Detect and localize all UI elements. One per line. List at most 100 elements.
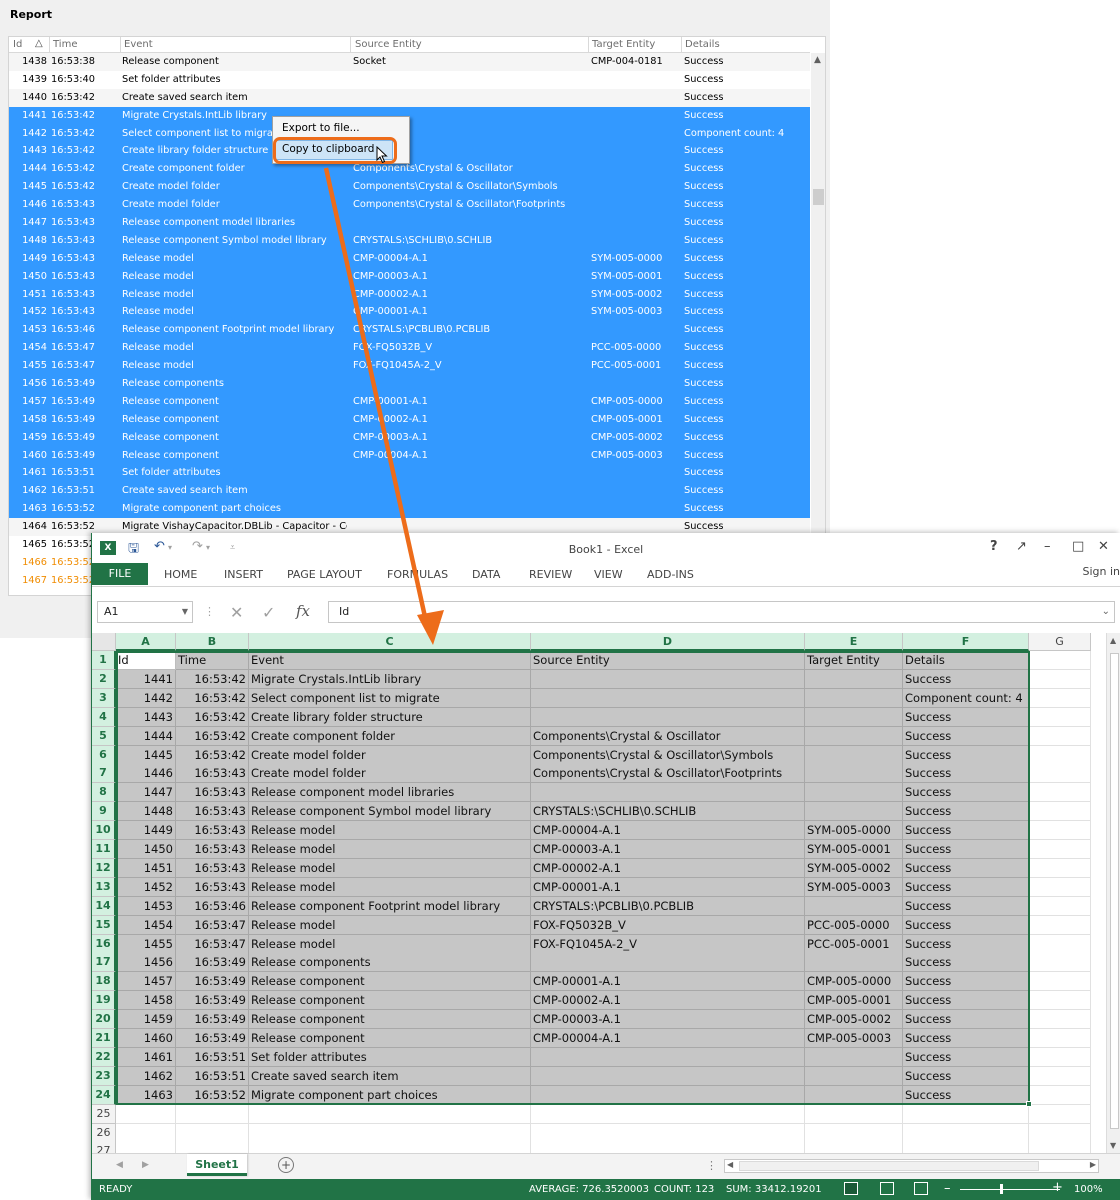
column-header-a[interactable]: A [116,633,176,651]
zoom-slider-track[interactable] [960,1189,1060,1190]
scroll-up-icon[interactable]: ▲ [1110,636,1116,645]
cell[interactable]: 16:53:47 [176,934,249,954]
column-header-e[interactable]: E [805,633,903,651]
cell[interactable] [176,1123,249,1143]
cell[interactable] [531,783,805,803]
col-header-time[interactable]: Time [53,39,77,53]
row-header[interactable]: 25 [92,1104,116,1124]
cell[interactable]: Select component list to migrate [249,688,531,708]
row-header[interactable]: 18 [92,972,116,992]
cell[interactable] [1029,1066,1091,1086]
row-header[interactable]: 11 [92,840,116,859]
cell[interactable]: Create model folder [249,745,531,765]
cell[interactable] [531,669,805,689]
cell[interactable]: 16:53:43 [176,783,249,803]
cell[interactable]: Success [903,972,1029,992]
tab-home[interactable]: HOME [164,568,197,581]
scroll-down-icon[interactable]: ▼ [1110,1141,1116,1150]
tab-view[interactable]: VIEW [594,568,623,581]
cell[interactable]: 1453 [116,896,176,916]
cell[interactable]: Success [903,764,1029,784]
scroll-thumb[interactable] [813,189,824,205]
table-row[interactable]: 1452 16:53:43 Release model CMP-00001-A.1 SY… [9,303,810,322]
cell[interactable]: 1456 [116,953,176,973]
column-header-b[interactable]: B [176,633,249,651]
table-row[interactable]: 1449 16:53:43 Release model CMP-00004-A.1 SY… [9,249,810,268]
cell[interactable]: Details [903,651,1029,670]
cell[interactable] [1029,783,1091,803]
row-header[interactable]: 10 [92,821,116,841]
cell[interactable] [1029,896,1091,916]
cell[interactable]: Event [249,651,531,670]
cell[interactable]: Success [903,726,1029,746]
cell[interactable]: CMP-005-0003 [805,1029,903,1048]
cell[interactable]: CMP-00003-A.1 [531,1010,805,1030]
close-button[interactable]: ✕ [1098,539,1109,554]
row-header[interactable]: 3 [92,688,116,708]
cell[interactable]: 16:53:42 [176,669,249,689]
column-header-c[interactable]: C [249,633,531,651]
cell[interactable]: CRYSTALS:\PCBLIB\0.PCBLIB [531,896,805,916]
cell[interactable]: Success [903,934,1029,954]
cell[interactable]: Success [903,953,1029,973]
cell[interactable]: Set folder attributes [249,1047,531,1067]
cell[interactable]: 1455 [116,934,176,954]
cell[interactable] [1029,858,1091,878]
cell[interactable] [1029,1085,1091,1105]
cell[interactable] [805,688,903,708]
row-header[interactable]: 20 [92,1010,116,1030]
chevron-down-icon[interactable]: ▼ [182,602,188,622]
row-header[interactable]: 17 [92,953,116,973]
cell[interactable]: Components\Crystal & Oscillator [531,726,805,746]
help-button[interactable]: ? [990,539,998,554]
cell[interactable]: SYM-005-0001 [805,840,903,859]
cell[interactable] [1029,821,1091,841]
cell[interactable]: Release component model libraries [249,783,531,803]
normal-view-icon[interactable] [844,1182,858,1195]
tab-insert[interactable]: INSERT [224,568,263,581]
cell[interactable]: Success [903,858,1029,878]
cell[interactable] [1029,688,1091,708]
maximize-button[interactable]: □ [1072,539,1084,554]
menu-item-export-to-file[interactable]: Export to file... [282,122,360,134]
cell[interactable]: PCC-005-0000 [805,915,903,935]
cell[interactable]: 16:53:43 [176,840,249,859]
cell[interactable]: 16:53:42 [176,726,249,746]
row-header[interactable]: 15 [92,915,116,935]
cell[interactable] [531,688,805,708]
scroll-right-icon[interactable]: ▶ [1090,1160,1096,1169]
cell[interactable]: 16:53:46 [176,896,249,916]
cell[interactable] [805,1104,903,1124]
cell[interactable]: 1459 [116,1010,176,1030]
cell[interactable]: Create model folder [249,764,531,784]
cell[interactable]: 16:53:52 [176,1085,249,1105]
name-box[interactable]: A1 ▼ [97,601,193,623]
cell[interactable]: Success [903,991,1029,1011]
cell[interactable]: 16:53:43 [176,802,249,822]
cell[interactable]: Release model [249,877,531,897]
table-row[interactable]: 1453 16:53:46 Release component Footprint … [9,321,810,340]
horizontal-scrollbar[interactable]: ◀ ▶ [724,1159,1099,1173]
column-header-g[interactable]: G [1029,633,1091,651]
report-scrollbar[interactable]: ▲ [811,53,825,595]
row-header[interactable]: 14 [92,896,116,916]
table-row[interactable]: 1451 16:53:43 Release model CMP-00002-A.1 SY… [9,285,810,304]
scroll-thumb[interactable] [1110,653,1119,1129]
cell[interactable]: CRYSTALS:\SCHLIB\0.SCHLIB [531,802,805,822]
worksheet-grid[interactable]: A B C D E F G 1 Id Time Event Source Entity Target E… [92,633,1106,1153]
cell[interactable] [805,1047,903,1067]
cell[interactable]: CMP-00002-A.1 [531,858,805,878]
cell[interactable]: Success [903,896,1029,916]
cell[interactable] [531,1104,805,1124]
tab-file[interactable]: FILE [92,563,148,585]
cell[interactable] [1029,1010,1091,1030]
cell[interactable]: FOX-FQ5032B_V [531,915,805,935]
cell[interactable]: 16:53:51 [176,1047,249,1067]
row-header[interactable]: 23 [92,1066,116,1086]
cell[interactable]: Release component [249,1010,531,1030]
cell[interactable]: 1446 [116,764,176,784]
cell[interactable] [1029,1123,1091,1143]
cell[interactable] [531,1066,805,1086]
cell[interactable]: Success [903,1085,1029,1105]
cell[interactable]: 1452 [116,877,176,897]
